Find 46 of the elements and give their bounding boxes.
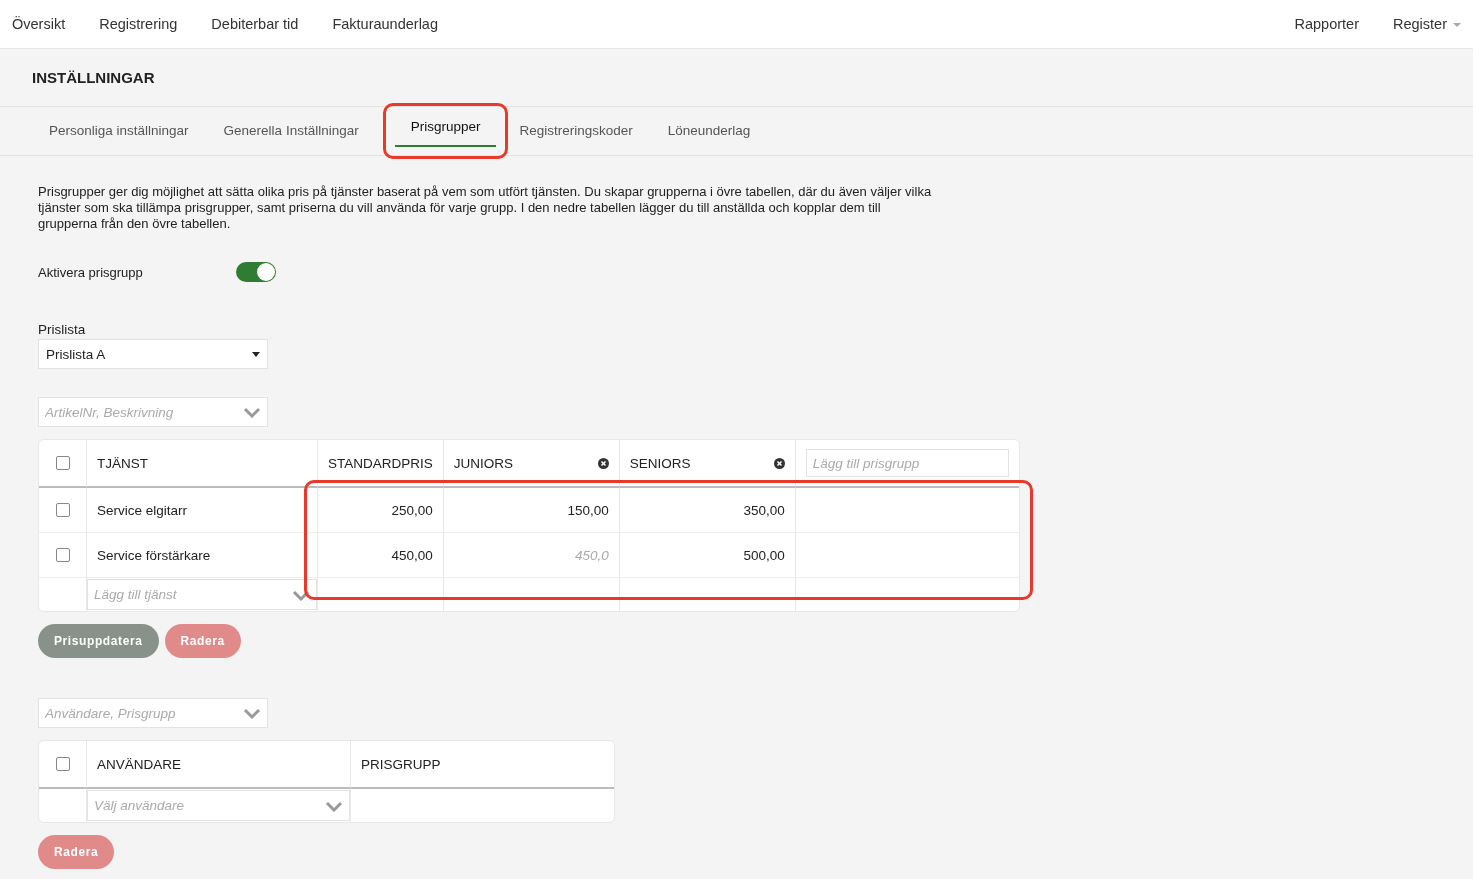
column-header: JUNIORS [453, 455, 514, 471]
nav-dropdown[interactable]: Register [1393, 16, 1461, 32]
table-cell: Service elgitarr [97, 502, 188, 518]
tab[interactable]: Löneunderlag [656, 107, 762, 155]
select-user-field[interactable]: Välj användare [87, 790, 350, 821]
table-cell: 500,00 [743, 547, 785, 563]
tab[interactable]: Personliga inställningar [38, 107, 200, 155]
chevron-down-icon [292, 589, 310, 601]
search-field[interactable]: Användare, Prisgrupp [38, 698, 268, 728]
field-label: Prislista [38, 322, 87, 337]
description-text: Prisgrupper ger dig möjlighet att sätta olika pris på tjänster baserat på vem som utfört tjänsten. Du skapar grupperna i övre tabellen, där du även väljer vilka tjänster som ska tillämpa prisgrupper, samt priserna du vill använda för varje grupp. I den nedre tabellen lägger du till anställda och kopplar dem till grupperna från den övre tabellen. [38, 184, 933, 232]
checkbox[interactable] [55, 503, 70, 517]
column-header: STANDARDPRIS [328, 455, 433, 471]
table-cell: Service förstärkare [97, 547, 211, 563]
search-field[interactable]: ArtikelNr, Beskrivning [38, 397, 268, 427]
chevron-down-icon [325, 800, 343, 812]
column-header: SENIORS [629, 455, 691, 471]
tab[interactable]: Prisgrupper [394, 107, 497, 147]
table-cell: 250,00 [391, 502, 433, 518]
chevron-down-icon [243, 708, 261, 719]
add-service-field[interactable]: Lägg till tjänst [87, 579, 317, 610]
toggle-switch[interactable] [236, 262, 276, 282]
nav-link[interactable]: Fakturaunderlag [332, 16, 438, 32]
table-cell: 150,00 [567, 502, 609, 518]
tab[interactable]: Registreringskoder [508, 107, 644, 155]
toggle-label: Aktivera prisgrupp [38, 264, 144, 280]
price-input[interactable]: 450,0 [453, 547, 609, 563]
nav-link[interactable]: Registrering [99, 16, 178, 32]
nav-link[interactable]: Debiterbar tid [211, 16, 299, 32]
nav-link[interactable]: Rapporter [1294, 16, 1359, 32]
checkbox[interactable] [55, 548, 70, 562]
checkbox[interactable] [55, 456, 70, 470]
add-group-field[interactable]: Lägg till prisgrupp [805, 449, 1009, 477]
page-title: INSTÄLLNINGAR [32, 69, 155, 86]
column-header: PRISGRUPP [361, 756, 441, 772]
nav-link[interactable]: Översikt [12, 16, 66, 32]
remove-icon[interactable] [597, 457, 609, 469]
table-cell: 450,00 [391, 547, 433, 563]
price-list-select[interactable]: Prislista A [38, 339, 268, 369]
checkbox[interactable] [55, 757, 70, 771]
remove-icon[interactable] [773, 457, 785, 469]
tab[interactable]: Generella Inställningar [212, 107, 370, 155]
column-header: TJÄNST [97, 455, 148, 471]
column-header: ANVÄNDARE [97, 756, 182, 772]
table-cell: 350,00 [743, 502, 785, 518]
chevron-down-icon [243, 407, 261, 418]
